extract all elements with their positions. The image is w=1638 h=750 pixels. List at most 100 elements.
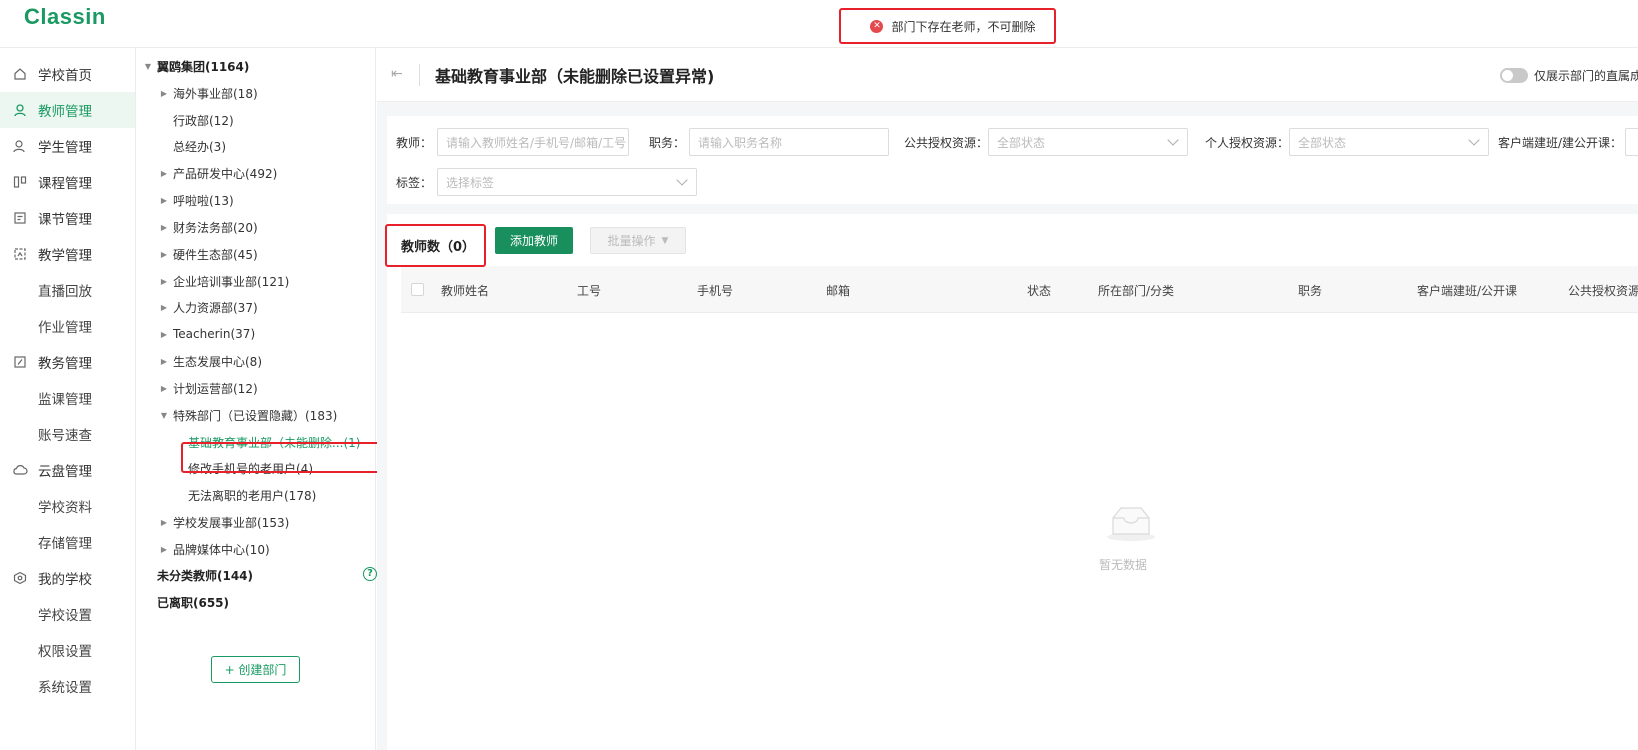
client-class-select[interactable]	[1625, 128, 1638, 156]
collapse-icon[interactable]: ⇤	[391, 66, 403, 82]
tree-item[interactable]: 行政部(12)	[173, 108, 234, 132]
nav-item-teaching-management[interactable]: 教学管理	[0, 236, 135, 272]
nav-item-permission-settings[interactable]: 权限设置	[0, 632, 135, 668]
table-header: 教师姓名 工号 手机号 邮箱 状态 所在部门/分类 职务 客户端建班/公开课 公…	[401, 266, 1638, 313]
tree-item[interactable]: ▼ 特殊部门（已设置隐藏）(183)	[159, 403, 337, 427]
column-header[interactable]: 教师姓名	[441, 282, 489, 299]
tag-select[interactable]: 选择标签	[437, 168, 697, 196]
tree-item[interactable]: ▶ 计划运营部(12)	[159, 376, 258, 400]
column-header[interactable]: 状态	[1027, 282, 1051, 299]
nav-label: 课节管理	[38, 212, 92, 228]
nav-label: 权限设置	[38, 644, 92, 660]
help-icon[interactable]: ?	[363, 567, 377, 581]
nav-item-school-materials[interactable]: 学校资料	[0, 488, 135, 524]
caret-right-icon[interactable]: ▶	[159, 303, 169, 312]
tree-label: 总经办(3)	[173, 139, 226, 154]
column-header[interactable]: 职务	[1298, 282, 1322, 299]
tree-unclassified-teachers[interactable]: 未分类教师(144) ?	[157, 563, 377, 587]
caret-right-icon[interactable]: ▶	[159, 223, 169, 232]
nav-item-school-settings[interactable]: 学校设置	[0, 596, 135, 632]
tree-item[interactable]: ▶ 硬件生态部(45)	[159, 242, 258, 266]
toggle-label: 仅展示部门的直属成员	[1534, 69, 1638, 83]
nav-item-live-replay[interactable]: 直播回放	[0, 272, 135, 308]
tree-item[interactable]: ▶ 企业培训事业部(121)	[159, 269, 289, 293]
nav-item-system-settings[interactable]: 系统设置	[0, 668, 135, 704]
tree-item[interactable]: ▶ 产品研发中心(492)	[159, 161, 277, 185]
column-header[interactable]: 所在部门/分类	[1098, 282, 1174, 299]
tree-label: 产品研发中心(492)	[173, 166, 278, 181]
tree-root[interactable]: ▼ 翼鸥集团(1164)	[143, 54, 249, 78]
nav-label: 教学管理	[38, 248, 92, 264]
nav-item-academic-management[interactable]: 教务管理	[0, 344, 135, 380]
add-teacher-button[interactable]: 添加教师	[495, 227, 573, 254]
nav-item-storage-management[interactable]: 存储管理	[0, 524, 135, 560]
tree-item-selected[interactable]: 基础教育事业部（未能删除...(1)	[188, 430, 360, 454]
tree-resigned[interactable]: 已离职(655)	[157, 590, 229, 614]
tree-item[interactable]: ▶ Teacherin(37)	[159, 322, 255, 346]
nav-item-homework-management[interactable]: 作业管理	[0, 308, 135, 344]
caret-right-icon[interactable]: ▶	[159, 545, 169, 554]
column-header[interactable]: 邮箱	[826, 282, 850, 299]
page-header: ⇤ 基础教育事业部（未能删除已设置异常) 仅展示部门的直属成员	[377, 48, 1638, 102]
nav-item-course-management[interactable]: 课程管理	[0, 164, 135, 200]
column-header[interactable]: 公共授权资源	[1568, 282, 1638, 299]
tree-label: 呼啦啦(13)	[173, 193, 234, 208]
caret-right-icon[interactable]: ▶	[159, 196, 169, 205]
nav-item-lesson-management[interactable]: 课节管理	[0, 200, 135, 236]
select-all-checkbox[interactable]	[411, 283, 424, 296]
tree-label: Teacherin(37)	[173, 327, 256, 341]
nav-label: 直播回放	[38, 284, 92, 300]
teaching-icon	[12, 246, 28, 262]
direct-members-toggle[interactable]	[1500, 68, 1528, 83]
column-header[interactable]: 手机号	[697, 282, 733, 299]
tree-item[interactable]: ▶ 品牌媒体中心(10)	[159, 537, 270, 561]
nav-item-student-management[interactable]: 学生管理	[0, 128, 135, 164]
caret-right-icon[interactable]: ▶	[159, 384, 169, 393]
caret-right-icon[interactable]: ▶	[159, 250, 169, 259]
column-header[interactable]: 工号	[577, 282, 601, 299]
caret-right-icon[interactable]: ▶	[159, 89, 169, 98]
caret-down-icon[interactable]: ▼	[159, 411, 169, 420]
nav-item-my-school[interactable]: 我的学校	[0, 560, 135, 596]
header-divider	[419, 64, 420, 86]
caret-right-icon[interactable]: ▶	[159, 357, 169, 366]
create-department-button[interactable]: + 创建部门	[211, 656, 300, 683]
page-title: 基础教育事业部（未能删除已设置异常)	[435, 67, 715, 86]
nav-item-school-home[interactable]: 学校首页	[0, 56, 135, 92]
select-value: 全部状态	[1298, 135, 1347, 150]
tree-item[interactable]: ▶ 财务法务部(20)	[159, 215, 258, 239]
nav-item-account-lookup[interactable]: 账号速查	[0, 416, 135, 452]
tree-item[interactable]: ▶ 呼啦啦(13)	[159, 188, 234, 212]
nav-label: 作业管理	[38, 320, 92, 336]
tree-item[interactable]: ▶ 生态发展中心(8)	[159, 349, 262, 373]
tree-label: 特殊部门（已设置隐藏）(183)	[173, 408, 338, 423]
nav-item-class-monitor[interactable]: 监课管理	[0, 380, 135, 416]
caret-right-icon[interactable]: ▶	[159, 330, 169, 339]
teacher-search-input[interactable]: 请输入教师姓名/手机号/邮箱/工号	[437, 128, 629, 156]
nav-item-cloud-management[interactable]: 云盘管理	[0, 452, 135, 488]
tree-item[interactable]: ▶ 人力资源部(37)	[159, 295, 258, 319]
tree-item[interactable]: 总经办(3)	[173, 134, 226, 158]
tree-item[interactable]: ▶ 学校发展事业部(153)	[159, 510, 289, 534]
tree-label: 翼鸥集团(1164)	[157, 59, 250, 74]
public-resource-select[interactable]: 全部状态	[988, 128, 1188, 156]
column-header[interactable]: 客户端建班/公开课	[1417, 282, 1517, 299]
cloud-icon	[12, 462, 28, 478]
nav-item-teacher-management[interactable]: 教师管理	[0, 92, 135, 128]
caret-right-icon[interactable]: ▶	[159, 169, 169, 178]
tree-item[interactable]: 无法离职的老用户(178)	[188, 483, 316, 507]
personal-resource-select[interactable]: 全部状态	[1289, 128, 1489, 156]
tree-item[interactable]: ▶ 海外事业部(18)	[159, 81, 258, 105]
batch-operation-button[interactable]: 批量操作 ▼	[590, 227, 686, 254]
tree-label: 品牌媒体中心(10)	[173, 542, 270, 557]
caret-right-icon[interactable]: ▶	[159, 518, 169, 527]
tree-item[interactable]: 修改手机号的老用户(4)	[188, 456, 313, 480]
caret-right-icon[interactable]: ▶	[159, 277, 169, 286]
caret-down-icon[interactable]: ▼	[143, 62, 153, 71]
main-content: ⇤ 基础教育事业部（未能删除已设置异常) 仅展示部门的直属成员 教师： 请输入教…	[377, 48, 1638, 750]
empty-state-text: 暂无数据	[1099, 558, 1148, 572]
nav-label: 存储管理	[38, 536, 92, 552]
position-search-input[interactable]: 请输入职务名称	[689, 128, 889, 156]
tree-label: 生态发展中心(8)	[173, 354, 262, 369]
chevron-down-icon	[676, 174, 688, 186]
